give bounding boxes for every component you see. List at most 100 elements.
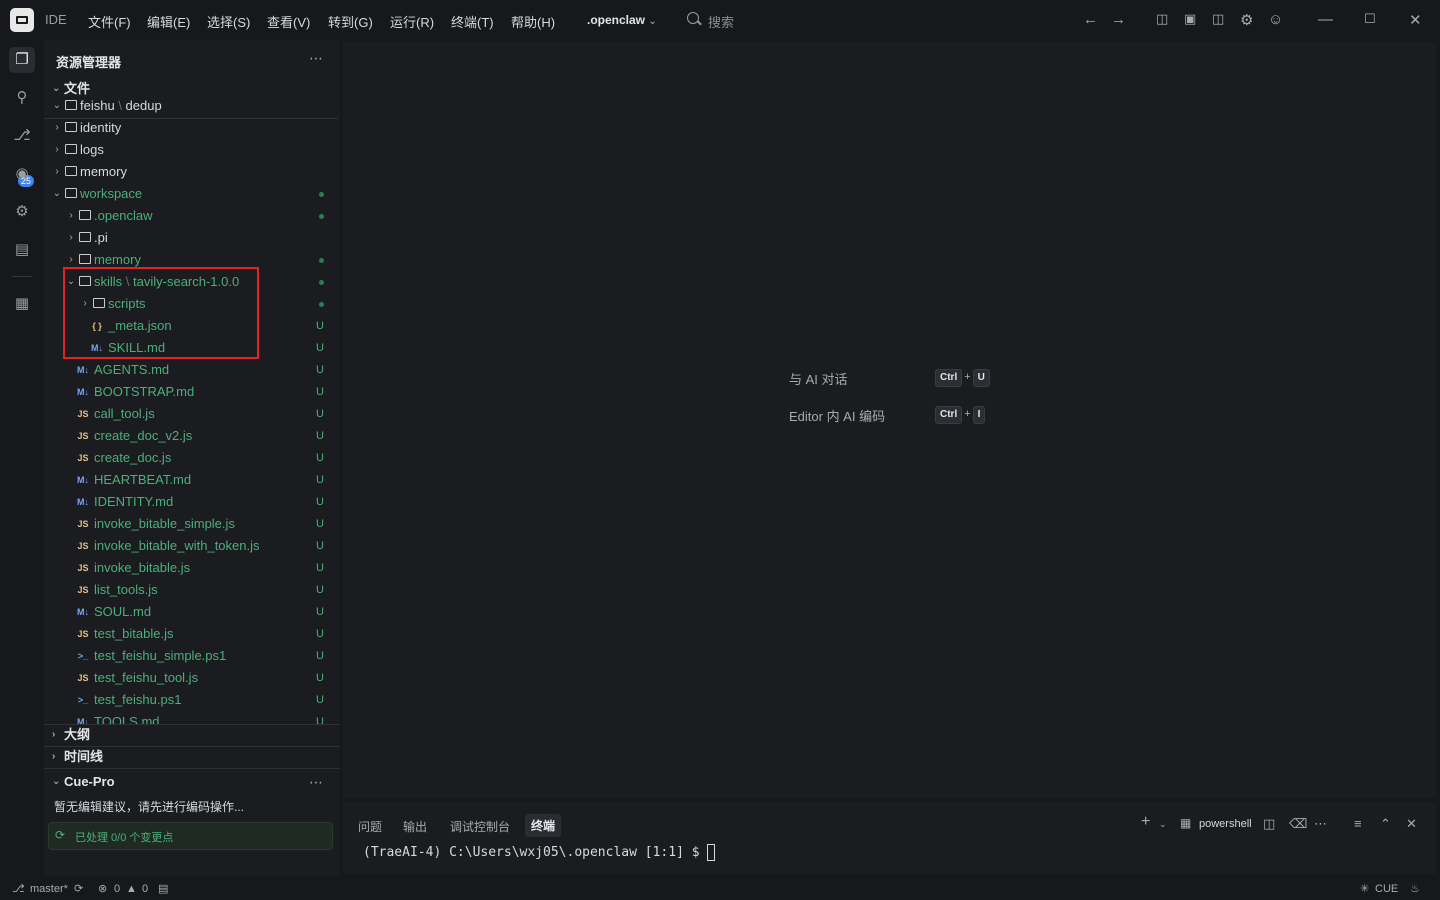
menu-edit[interactable]: 编辑(E) xyxy=(147,12,190,31)
chevron-right-icon: › xyxy=(55,144,59,155)
hint-inline-shortcut: Ctrl + I xyxy=(935,405,986,424)
close-icon[interactable]: ✕ xyxy=(1409,11,1422,29)
tree-file-row[interactable]: JS invoke_bitable_with_token.js U xyxy=(44,535,338,557)
project-switcher[interactable]: .openclaw ⌄ xyxy=(587,13,657,27)
tab-problems[interactable]: 问题 xyxy=(358,818,382,835)
tab-terminal[interactable]: 终端 xyxy=(525,814,562,837)
tree-file-row[interactable]: M↓ TOOLS.md U xyxy=(44,711,338,725)
toggle-secondary-sidebar-icon[interactable]: ◫ xyxy=(1212,11,1224,27)
remote-icon[interactable]: ▤ xyxy=(9,237,35,263)
search-view-icon[interactable]: ⚲ xyxy=(9,85,35,111)
tree-folder-row[interactable]: › .pi xyxy=(44,227,338,249)
terminal-prompt[interactable]: (TraeAI-4) C:\Users\wxj05\.openclaw [1:1… xyxy=(363,844,716,861)
hint-chat-shortcut: Ctrl + U xyxy=(935,368,990,387)
tab-debug-console[interactable]: 调试控制台 xyxy=(450,818,510,835)
shell-name[interactable]: powershell xyxy=(1199,818,1252,830)
tree-folder-row[interactable]: › .openclaw xyxy=(44,205,338,227)
eye-icon[interactable]: ◉ xyxy=(9,161,35,187)
md-file-icon: M↓ xyxy=(77,717,89,725)
tree-file-row[interactable]: JS test_bitable.js U xyxy=(44,623,338,645)
error-count[interactable]: 0 xyxy=(114,878,120,900)
section-outline[interactable]: › 大纲 xyxy=(44,724,340,746)
tree-file-row[interactable]: M↓ SOUL.md U xyxy=(44,601,338,623)
maximize-icon[interactable]: ☐ xyxy=(1364,11,1376,27)
tree-folder-row[interactable]: › memory xyxy=(44,161,338,183)
tree-file-row[interactable]: JS invoke_bitable_simple.js U xyxy=(44,513,338,535)
more-icon[interactable]: ⋯ xyxy=(1314,816,1327,832)
source-control-icon[interactable]: ⎇ xyxy=(9,123,35,149)
chevron-down-icon[interactable]: ⌄ xyxy=(1159,819,1167,830)
trash-icon[interactable]: ⌫ xyxy=(1289,816,1307,832)
menu-view[interactable]: 查看(V) xyxy=(267,12,310,31)
tree-file-row[interactable]: M↓ IDENTITY.md U xyxy=(44,491,338,513)
modified-dot xyxy=(319,214,324,219)
section-timeline[interactable]: › 时间线 xyxy=(44,746,340,768)
highlight-box xyxy=(63,267,259,359)
tree-item-name: .openclaw xyxy=(94,208,153,223)
tab-output[interactable]: 输出 xyxy=(403,818,427,835)
menu-go[interactable]: 转到(G) xyxy=(328,12,373,31)
split-terminal-icon[interactable]: ◫ xyxy=(1263,816,1275,832)
js-file-icon: JS xyxy=(77,585,89,595)
cue-status[interactable]: CUE xyxy=(1375,878,1398,900)
minimize-icon[interactable]: — xyxy=(1318,11,1333,28)
tree-item-name: create_doc_v2.js xyxy=(94,428,193,443)
tree-file-row[interactable]: JS invoke_bitable.js U xyxy=(44,557,338,579)
gear-icon[interactable]: ⚙ xyxy=(1240,11,1253,29)
back-arrow-icon[interactable]: ← xyxy=(1083,11,1098,28)
menu-terminal[interactable]: 终端(T) xyxy=(451,12,494,31)
tree-item-label: create_doc.js xyxy=(94,447,171,469)
menu-help[interactable]: 帮助(H) xyxy=(511,12,555,31)
new-terminal-icon[interactable]: + xyxy=(1141,813,1150,831)
forward-arrow-icon[interactable]: → xyxy=(1111,11,1126,28)
explorer-icon[interactable]: ❐ xyxy=(9,47,35,73)
menu-file[interactable]: 文件(F) xyxy=(88,12,131,31)
activity-divider xyxy=(12,276,32,277)
debug-icon[interactable]: ⚙ xyxy=(9,199,35,225)
ps1-file-icon: >_ xyxy=(77,651,89,661)
search-input[interactable]: 搜索 xyxy=(708,12,734,31)
folder-icon xyxy=(64,140,78,162)
bell-icon[interactable]: ♨ xyxy=(1410,878,1420,900)
panel-settings-icon[interactable]: ≡ xyxy=(1354,816,1362,831)
app-logo-icon xyxy=(10,8,34,32)
key-ctrl: Ctrl xyxy=(935,369,963,387)
tree-file-row[interactable]: M↓ AGENTS.md U xyxy=(44,359,338,381)
tree-folder-row[interactable]: › identity xyxy=(44,117,338,139)
md-file-icon: M↓ xyxy=(77,497,89,507)
tree-file-row[interactable]: JS list_tools.js U xyxy=(44,579,338,601)
branch-name[interactable]: master* xyxy=(30,878,68,900)
hint-chat-label: 与 AI 对话 xyxy=(789,372,848,387)
editor-area[interactable]: 与 AI 对话 Ctrl + U Editor 内 AI 编码 Ctrl + I xyxy=(343,42,1436,798)
tree-item-name: invoke_bitable.js xyxy=(94,560,191,575)
tree-file-row[interactable]: JS create_doc.js U xyxy=(44,447,338,469)
tree-folder-row[interactable]: ⌄ workspace xyxy=(44,183,338,205)
tree-file-row[interactable]: JS call_tool.js U xyxy=(44,403,338,425)
outline-label: 大纲 xyxy=(64,727,91,742)
section-cue-pro[interactable]: ⌄ Cue-Pro ⋯ xyxy=(44,771,340,793)
ports-icon[interactable]: ▤ xyxy=(158,878,168,900)
warning-count[interactable]: 0 xyxy=(142,878,148,900)
tree-file-row[interactable]: JS create_doc_v2.js U xyxy=(44,425,338,447)
tree-folder-row[interactable]: ⌄ feishu \ dedup xyxy=(44,95,338,117)
menu-selection[interactable]: 选择(S) xyxy=(207,12,250,31)
extensions-icon[interactable]: ▦ xyxy=(9,291,35,317)
tree-file-row[interactable]: M↓ HEARTBEAT.md U xyxy=(44,469,338,491)
tree-item-label: test_feishu_tool.js xyxy=(94,667,198,689)
tree-file-row[interactable]: JS test_feishu_tool.js U xyxy=(44,667,338,689)
menu-run[interactable]: 运行(R) xyxy=(390,12,434,31)
tree-file-row[interactable]: >_ test_feishu.ps1 U xyxy=(44,689,338,711)
toggle-panel-icon[interactable]: ▣ xyxy=(1184,11,1196,27)
sync-icon[interactable]: ⟳ xyxy=(74,878,83,900)
key-i: I xyxy=(972,406,986,424)
tree-file-row[interactable]: >_ test_feishu_simple.ps1 U xyxy=(44,645,338,667)
js-file-icon: JS xyxy=(77,409,89,419)
account-icon[interactable]: ☺ xyxy=(1268,11,1283,28)
tree-file-row[interactable]: M↓ BOOTSTRAP.md U xyxy=(44,381,338,403)
chevron-up-icon[interactable]: ⌃ xyxy=(1380,816,1391,832)
more-actions-icon[interactable]: ⋯ xyxy=(309,50,324,67)
tree-folder-row[interactable]: › logs xyxy=(44,139,338,161)
cue-more-icon[interactable]: ⋯ xyxy=(309,771,324,793)
toggle-sidebar-icon[interactable]: ◫ xyxy=(1156,11,1168,27)
close-panel-icon[interactable]: ✕ xyxy=(1406,816,1417,832)
